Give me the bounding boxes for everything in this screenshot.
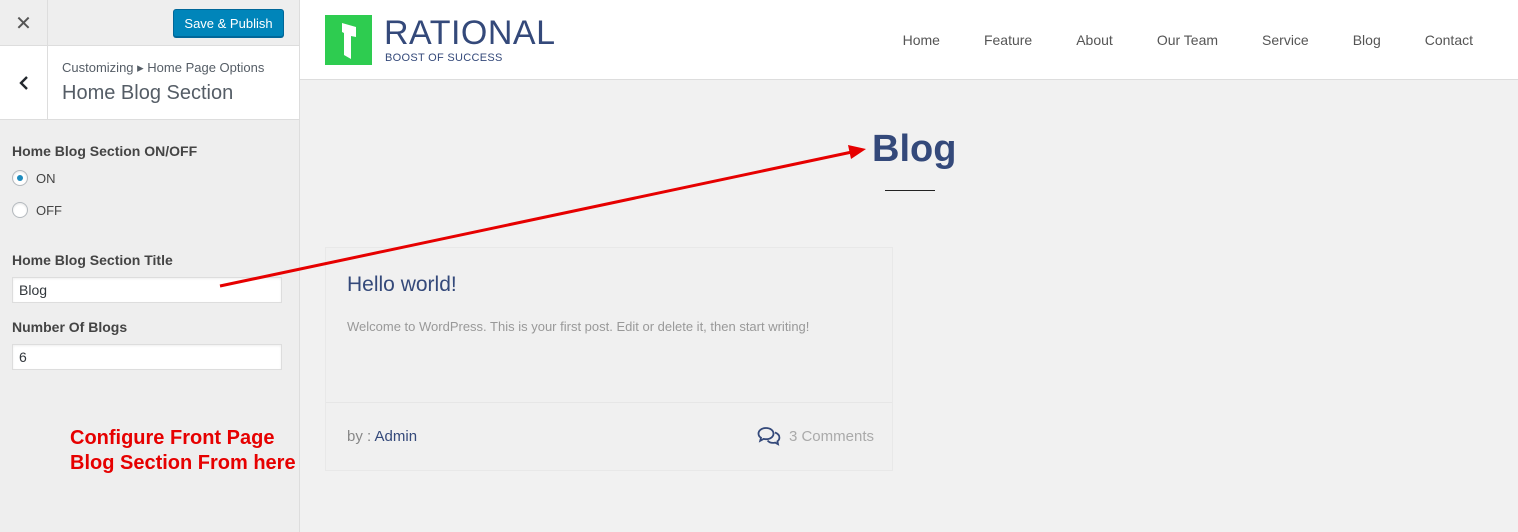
radio-on-circle[interactable] xyxy=(12,170,28,186)
site-preview: RATIONAL BOOST OF SUCCESS Home Feature A… xyxy=(300,0,1518,532)
radio-off-circle[interactable] xyxy=(12,202,28,218)
radio-off-label: OFF xyxy=(36,202,62,218)
nav-item-feature[interactable]: Feature xyxy=(984,32,1032,48)
logo-text[interactable]: RATIONAL xyxy=(384,14,556,52)
nav-item-about[interactable]: About xyxy=(1076,32,1113,48)
post-excerpt: Welcome to WordPress. This is your first… xyxy=(347,319,810,334)
logo-icon[interactable] xyxy=(325,15,372,65)
blog-section-heading: Blog xyxy=(872,128,957,170)
toggle-label: Home Blog Section ON/OFF xyxy=(12,143,198,159)
radio-on[interactable]: ON xyxy=(12,170,56,186)
nav-item-service[interactable]: Service xyxy=(1262,32,1309,48)
radio-selected-dot xyxy=(17,175,23,181)
site-header: RATIONAL BOOST OF SUCCESS Home Feature A… xyxy=(300,0,1518,80)
post-comments-link[interactable]: 3 Comments xyxy=(757,426,874,446)
nav-item-blog[interactable]: Blog xyxy=(1353,32,1381,48)
post-divider xyxy=(326,402,892,403)
post-title[interactable]: Hello world! xyxy=(347,273,457,297)
save-publish-button[interactable]: Save & Publish xyxy=(173,9,284,37)
annotation-note: Configure Front Page Blog Section From h… xyxy=(70,426,296,476)
comments-count: 3 Comments xyxy=(788,427,874,445)
section-title-input[interactable]: Blog xyxy=(12,277,282,303)
customizer-header: ✕ Save & Publish xyxy=(0,0,299,46)
nav-item-our-team[interactable]: Our Team xyxy=(1157,32,1218,48)
nav-item-home[interactable]: Home xyxy=(903,32,940,48)
post-byline: by : Admin xyxy=(347,428,417,445)
post-author-link[interactable]: Admin xyxy=(375,428,418,445)
radio-on-label: ON xyxy=(36,170,56,186)
byline-prefix: by : xyxy=(347,428,375,445)
main-nav: Home Feature About Our Team Service Blog… xyxy=(859,32,1473,48)
section-title: Home Blog Section xyxy=(62,82,234,104)
comments-icon xyxy=(757,427,781,446)
annotation-line-1: Configure Front Page xyxy=(70,427,275,449)
radio-off[interactable]: OFF xyxy=(12,202,62,218)
logo-tagline: BOOST OF SUCCESS xyxy=(385,52,503,64)
nav-item-contact[interactable]: Contact xyxy=(1425,32,1473,48)
blog-post-card: Hello world! Welcome to WordPress. This … xyxy=(325,247,893,471)
heading-divider xyxy=(885,190,935,191)
breadcrumb: Customizing ▸ Home Page Options xyxy=(62,60,265,75)
number-of-blogs-input[interactable]: 6 xyxy=(12,344,282,370)
annotation-line-2: Blog Section From here xyxy=(70,452,296,474)
count-field-label: Number Of Blogs xyxy=(12,319,128,335)
chevron-left-icon[interactable] xyxy=(0,46,48,119)
section-header: Customizing ▸ Home Page Options Home Blo… xyxy=(0,46,299,120)
title-field-label: Home Blog Section Title xyxy=(12,252,173,268)
close-icon[interactable]: ✕ xyxy=(0,0,48,45)
